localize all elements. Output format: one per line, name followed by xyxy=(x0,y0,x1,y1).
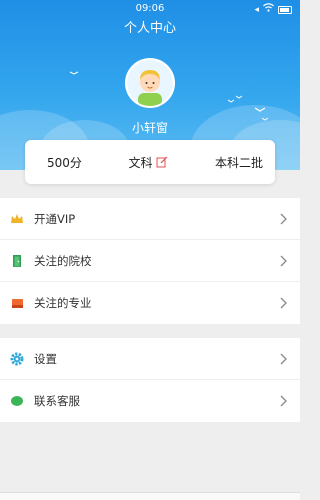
gear-icon xyxy=(10,352,24,366)
username: 小轩窗 xyxy=(131,121,168,135)
menu-label: 设置 xyxy=(34,351,57,366)
menu-label: 联系客服 xyxy=(34,394,80,408)
menu-item-settings[interactable]: 设置 xyxy=(0,338,300,380)
batch-value: 本科二批 xyxy=(214,155,263,170)
subject-value: 文科 xyxy=(128,155,153,170)
menu-item-customer-service[interactable]: 联系客服 xyxy=(0,380,300,422)
crown-icon xyxy=(10,212,24,226)
subject-selector[interactable]: 文科 xyxy=(128,154,168,171)
chat-icon xyxy=(10,394,24,408)
menu-group-secondary: 设置 联系客服 xyxy=(0,338,300,422)
edit-icon[interactable] xyxy=(156,156,168,168)
menu-label: 关注的院校 xyxy=(34,253,92,268)
menu-label: 关注的专业 xyxy=(34,296,92,310)
chevron-right-icon xyxy=(278,352,288,366)
menu-item-vip[interactable]: 开通VIP xyxy=(0,198,300,240)
door-icon xyxy=(10,254,24,268)
bottom-tab-bar[interactable] xyxy=(0,492,300,500)
menu-item-followed-majors[interactable]: 关注的专业 xyxy=(0,282,300,324)
chevron-right-icon xyxy=(278,394,288,408)
score-value: 500分 xyxy=(47,155,82,170)
menu-label: 开通VIP xyxy=(34,211,76,226)
book-icon xyxy=(10,296,24,310)
menu-group-primary: 开通VIP 关注的院校 关注的专业 xyxy=(0,198,300,324)
chevron-right-icon xyxy=(278,296,288,310)
menu-item-followed-schools[interactable]: 关注的院校 xyxy=(0,240,300,282)
avatar[interactable] xyxy=(125,58,175,108)
chevron-right-icon xyxy=(278,212,288,226)
avatar-icon xyxy=(127,60,173,106)
exam-info-card: 500分 文科 本科二批 xyxy=(25,140,275,184)
chevron-right-icon xyxy=(278,254,288,268)
